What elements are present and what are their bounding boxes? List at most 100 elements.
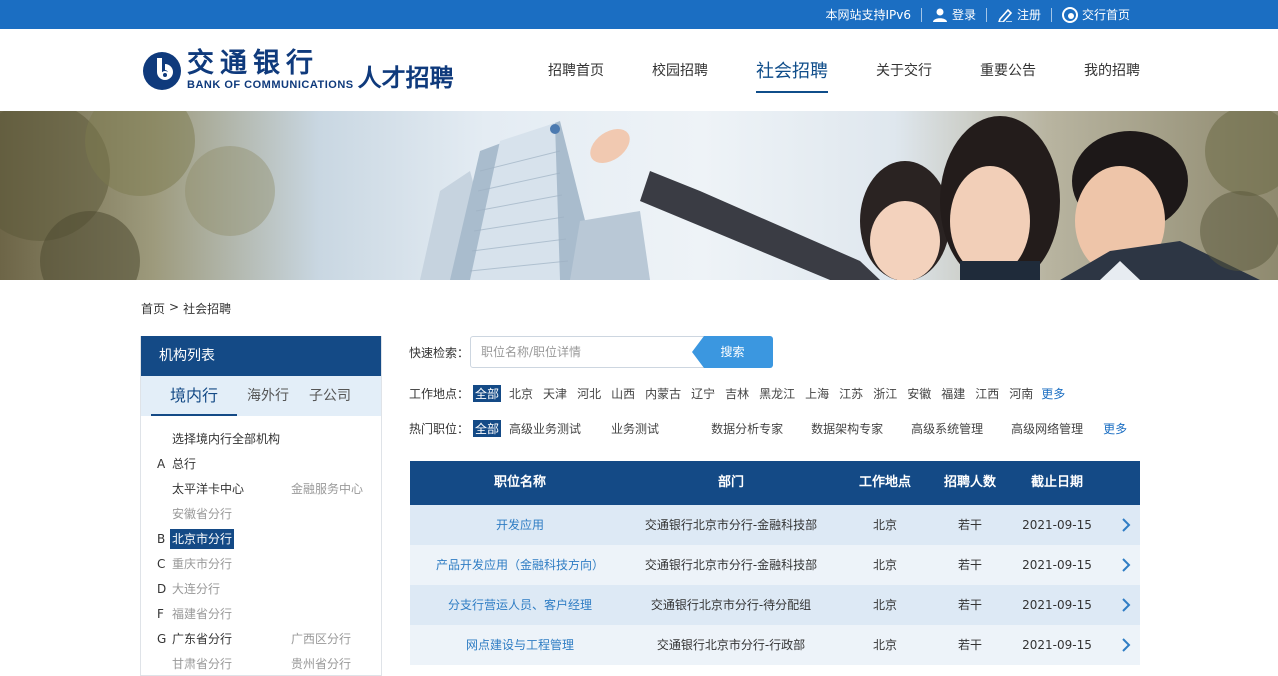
chevron-right-icon[interactable] [1112,625,1140,665]
org-letter: F [157,607,164,621]
chevron-right-icon[interactable] [1112,505,1140,545]
bank-logo[interactable]: 交通银行 BANK OF COMMUNICATIONS 人才招聘 [141,47,454,95]
jobs-table: 职位名称 部门 工作地点 招聘人数 截止日期 开发应用 交通银行北京市分行-金融… [410,461,1140,665]
search-button[interactable]: 搜索 [692,336,773,368]
banner-illustration [0,111,1278,280]
hot-job-option[interactable]: 高级网络管理 [1009,420,1085,437]
breadcrumb-separator: > [169,300,180,314]
ipv6-text: 本网站支持IPv6 [825,8,911,22]
list-item[interactable]: C 重庆市分行 [141,554,381,574]
job-department: 交通银行北京市分行-金融科技部 [644,558,818,572]
hot-job-option[interactable]: 全部 [473,419,502,437]
location-option[interactable]: 黑龙江 [757,385,797,402]
hot-job-option[interactable]: 高级系统管理 [909,420,985,437]
job-title-link[interactable]: 网点建设与工程管理 [410,625,630,665]
location-option[interactable]: 福建 [939,385,967,402]
table-row[interactable]: 分支行营运人员、客户经理 交通银行北京市分行-待分配组 北京 若干 2021-0… [410,585,1140,625]
org-item-label[interactable]: 贵州省分行 [291,654,351,674]
tab-subsidiary[interactable]: 子公司 [299,376,361,416]
job-title-link[interactable]: 产品开发应用（金融科技方向） [410,545,630,585]
col-title: 职位名称 [493,475,546,490]
location-option[interactable]: 内蒙古 [643,385,683,402]
nav-about-bank[interactable]: 关于交行 [876,54,932,86]
list-item[interactable]: F 福建省分行 [141,604,381,624]
logo-text: 交通银行 BANK OF COMMUNICATIONS [187,50,354,92]
job-deadline: 2021-09-15 [1022,558,1092,572]
recruitment-title: 人才招聘 [357,64,454,92]
col-location: 工作地点 [858,475,911,490]
table-row[interactable]: 产品开发应用（金融科技方向） 交通银行北京市分行-金融科技部 北京 若干 202… [410,545,1140,585]
nav-social-recruit[interactable]: 社会招聘 [756,51,828,93]
org-item-label[interactable]: 太平洋卡中心 [172,479,244,499]
location-option[interactable]: 吉林 [723,385,751,402]
login-link[interactable]: 登录 [922,6,986,23]
nav-my-recruit[interactable]: 我的招聘 [1084,54,1140,86]
org-item-all[interactable]: 选择境内行全部机构 [141,429,381,449]
nav-announcements[interactable]: 重要公告 [980,54,1036,86]
table-header: 职位名称 部门 工作地点 招聘人数 截止日期 [410,461,1140,505]
org-item-label[interactable]: 金融服务中心 [291,479,363,499]
job-department: 交通银行北京市分行-金融科技部 [644,518,818,532]
table-row[interactable]: 开发应用 交通银行北京市分行-金融科技部 北京 若干 2021-09-15 [410,505,1140,545]
search-input[interactable]: 职位名称/职位详情 [470,336,710,368]
hot-job-filter: 热门职位： 全部 高级业务测试 业务测试 数据分析专家 数据架构专家 高级系统管… [409,418,1127,438]
job-title-link[interactable]: 开发应用 [410,505,630,545]
location-option[interactable]: 安徽 [905,385,933,402]
hot-job-option[interactable]: 高级业务测试 [507,420,583,437]
tab-domestic[interactable]: 境内行 [151,376,237,416]
org-item-label[interactable]: 广西区分行 [291,629,351,649]
location-option[interactable]: 全部 [473,384,502,402]
hot-job-more-link[interactable]: 更多 [1103,420,1127,437]
bank-home-link[interactable]: 交行首页 [1052,6,1140,23]
chevron-right-icon[interactable] [1112,585,1140,625]
hot-job-filter-label: 热门职位： [409,421,470,436]
table-row[interactable]: 网点建设与工程管理 交通银行北京市分行-行政部 北京 若干 2021-09-15 [410,625,1140,665]
breadcrumb-home[interactable]: 首页 [141,300,165,317]
bank-logo-icon [1061,6,1078,23]
job-title-link[interactable]: 分支行营运人员、客户经理 [410,585,630,625]
job-location: 北京 [872,638,897,652]
location-option[interactable]: 江苏 [837,385,865,402]
nav-campus-recruit[interactable]: 校园招聘 [652,54,708,86]
sidebar-title: 机构列表 [141,336,381,376]
location-option[interactable]: 河北 [575,385,603,402]
org-item-label[interactable]: 广东省分行 [172,629,232,649]
org-item-selected: 北京市分行 [170,529,235,549]
job-headcount: 若干 [957,558,982,572]
hot-job-option[interactable]: 数据架构专家 [809,420,885,437]
location-option[interactable]: 辽宁 [689,385,717,402]
list-item[interactable]: 安徽省分行 [141,504,381,524]
list-item[interactable]: A 总行 [141,454,381,474]
org-item-label: 安徽省分行 [172,507,233,521]
list-item[interactable]: D 大连分行 [141,579,381,599]
main-nav: 招聘首页 校园招聘 社会招聘 关于交行 重要公告 我的招聘 [500,29,1140,111]
location-option[interactable]: 江西 [973,385,1001,402]
hot-job-option[interactable]: 数据分析专家 [709,420,785,437]
hot-job-option[interactable]: 业务测试 [609,420,661,437]
tab-overseas[interactable]: 海外行 [237,376,299,416]
location-option[interactable]: 上海 [803,385,831,402]
location-more-link[interactable]: 更多 [1041,385,1065,402]
job-location: 北京 [872,558,897,572]
list-item: G 广东省分行 广西区分行 [141,629,381,649]
job-deadline: 2021-09-15 [1022,518,1092,532]
location-filter-label: 工作地点： [409,386,470,401]
location-option[interactable]: 浙江 [871,385,899,402]
list-item[interactable]: B 北京市分行 [141,529,381,549]
org-item-label[interactable]: 甘肃省分行 [172,654,232,674]
job-department: 交通银行北京市分行-待分配组 [650,598,812,612]
top-utility-links: 本网站支持IPv6 登录 注册 交行首页 [815,0,1140,29]
nav-recruit-home[interactable]: 招聘首页 [548,54,604,86]
location-option[interactable]: 河南 [1007,385,1035,402]
location-option[interactable]: 北京 [507,385,535,402]
user-icon [932,8,948,22]
top-utility-bar: 本网站支持IPv6 登录 注册 交行首页 [0,0,1278,29]
breadcrumb-current: 社会招聘 [183,302,232,316]
location-option[interactable]: 天津 [541,385,569,402]
chevron-right-icon[interactable] [1112,545,1140,585]
job-headcount: 若干 [957,518,982,532]
org-tabs: 境内行 海外行 子公司 [141,376,381,416]
location-option[interactable]: 山西 [609,385,637,402]
register-label: 注册 [1016,8,1041,22]
register-link[interactable]: 注册 [987,6,1051,23]
